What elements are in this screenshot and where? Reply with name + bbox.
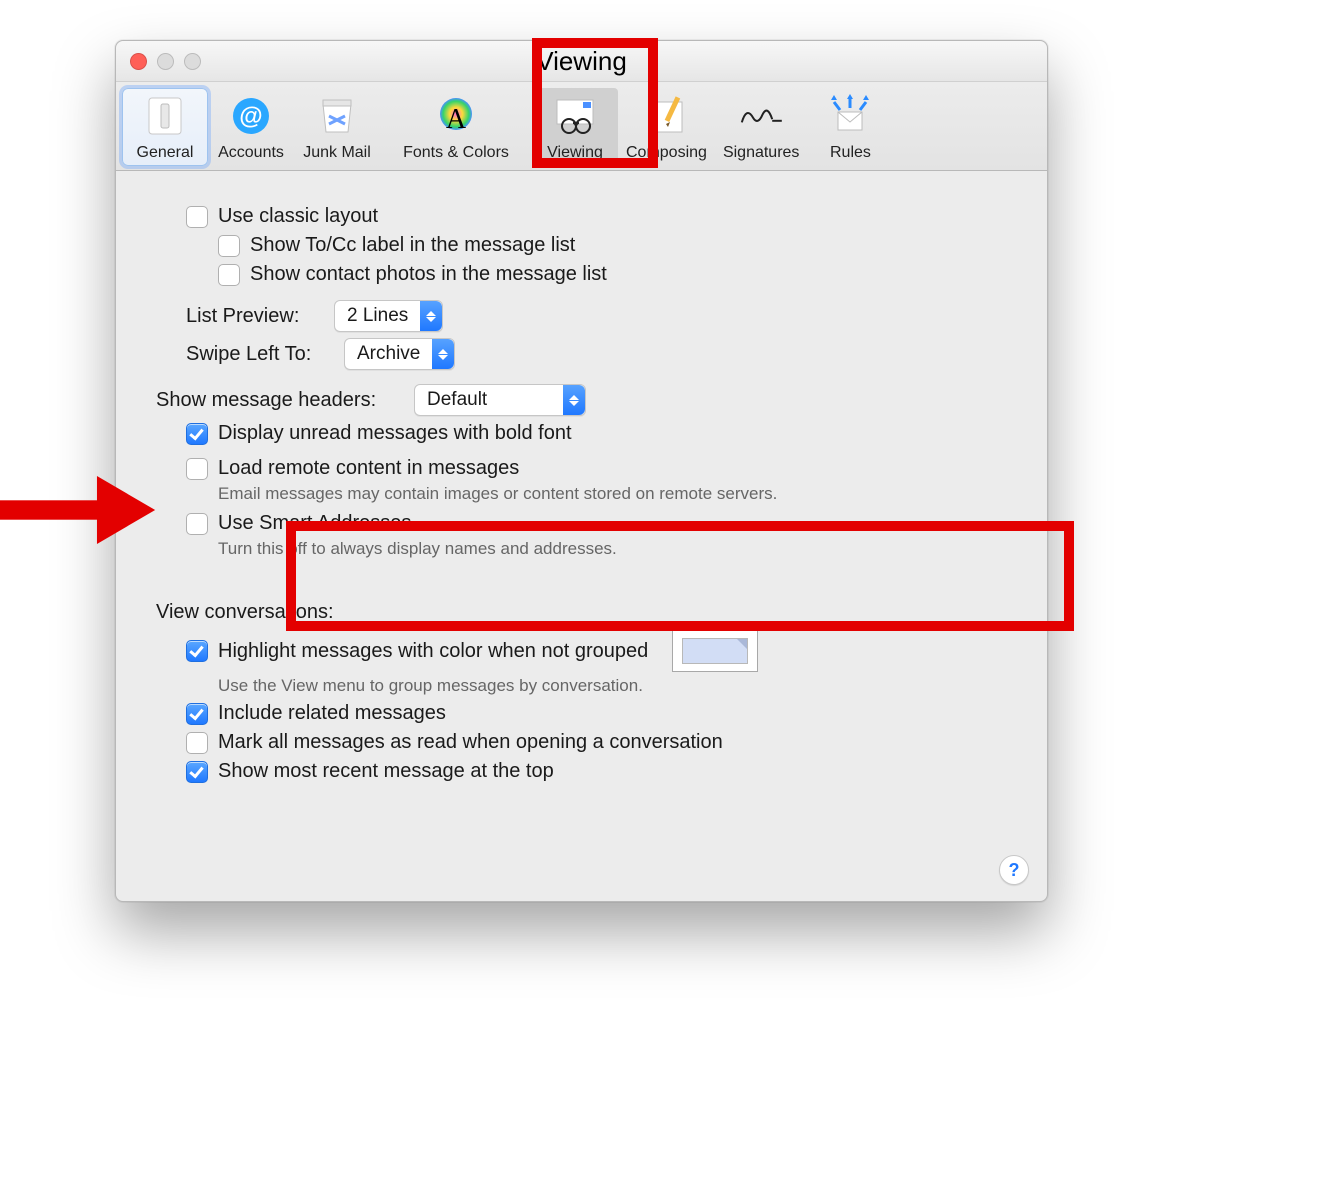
svg-text:A: A [446, 104, 467, 135]
tab-label: Composing [626, 144, 707, 162]
tab-viewing[interactable]: Viewing [532, 88, 618, 166]
pane-content: Use classic layout Show To/Cc label in t… [116, 171, 1047, 809]
select-swipe-left[interactable]: Archive [344, 338, 455, 370]
checkbox[interactable] [186, 761, 208, 783]
select-value: 2 Lines [335, 305, 420, 327]
tab-label: Junk Mail [303, 144, 371, 162]
section-header-conversations: View conversations: [156, 601, 1007, 624]
field-label: List Preview: [186, 305, 326, 328]
titlebar: Viewing [116, 41, 1047, 82]
option-subtext: Use the View menu to group messages by c… [218, 676, 1007, 696]
help-button[interactable]: ? [999, 855, 1029, 885]
rules-icon [826, 92, 874, 140]
option-label: Load remote content in messages [218, 457, 519, 480]
svg-text:@: @ [239, 103, 262, 130]
checkbox[interactable] [186, 640, 208, 662]
option-smart-addresses[interactable]: Use Smart Addresses [186, 512, 1007, 535]
checkbox[interactable] [186, 423, 208, 445]
help-icon: ? [1009, 860, 1020, 881]
junk-mail-icon [313, 92, 361, 140]
row-list-preview: List Preview: 2 Lines [186, 300, 1007, 332]
checkbox[interactable] [186, 732, 208, 754]
stepper-icon [563, 385, 585, 415]
fonts-colors-icon: A [432, 92, 480, 140]
select-value: Default [415, 389, 563, 411]
option-classic-layout[interactable]: Use classic layout [186, 205, 1007, 228]
option-label: Display unread messages with bold font [218, 422, 572, 445]
field-label: Show message headers: [156, 389, 406, 412]
checkbox[interactable] [186, 458, 208, 480]
tab-junk-mail[interactable]: Junk Mail [294, 88, 380, 166]
option-highlight-color[interactable]: Highlight messages with color when not g… [186, 630, 1007, 672]
checkbox[interactable] [186, 513, 208, 535]
section-label: View conversations: [156, 601, 334, 624]
option-show-to-cc[interactable]: Show To/Cc label in the message list [218, 234, 1007, 257]
color-swatch[interactable] [672, 630, 758, 672]
option-label: Show contact photos in the message list [250, 263, 607, 286]
option-display-bold[interactable]: Display unread messages with bold font [186, 422, 1007, 445]
option-recent-top[interactable]: Show most recent message at the top [186, 760, 1007, 783]
checkbox[interactable] [218, 264, 240, 286]
stepper-icon [432, 339, 454, 369]
stepper-icon [420, 301, 442, 331]
preferences-window: Viewing General @ Accounts Junk Mail [115, 40, 1048, 902]
tab-label: Accounts [218, 144, 284, 162]
tab-label: Fonts & Colors [403, 144, 509, 162]
option-include-related[interactable]: Include related messages [186, 702, 1007, 725]
viewing-icon [551, 92, 599, 140]
option-subtext: Email messages may contain images or con… [218, 484, 1007, 504]
option-label: Use Smart Addresses [218, 512, 411, 535]
zoom-window-button[interactable] [184, 53, 201, 70]
field-label: Swipe Left To: [186, 343, 336, 366]
general-icon [141, 92, 189, 140]
checkbox[interactable] [186, 206, 208, 228]
window-title: Viewing [536, 46, 627, 76]
option-mark-read[interactable]: Mark all messages as read when opening a… [186, 731, 1007, 754]
option-show-contact-photos[interactable]: Show contact photos in the message list [218, 263, 1007, 286]
select-show-headers[interactable]: Default [414, 384, 586, 416]
option-label: Mark all messages as read when opening a… [218, 731, 723, 754]
tab-label: Viewing [547, 144, 603, 162]
option-label: Include related messages [218, 702, 446, 725]
option-subtext: Turn this off to always display names an… [218, 539, 1007, 559]
tab-label: Rules [830, 144, 871, 162]
tab-accounts[interactable]: @ Accounts [208, 88, 294, 166]
row-swipe-left: Swipe Left To: Archive [186, 338, 1007, 370]
tab-label: Signatures [723, 144, 800, 162]
tab-label: General [137, 144, 194, 162]
option-label: Highlight messages with color when not g… [218, 640, 648, 663]
tab-composing[interactable]: Composing [618, 88, 715, 166]
close-window-button[interactable] [130, 53, 147, 70]
select-list-preview[interactable]: 2 Lines [334, 300, 443, 332]
option-label: Show To/Cc label in the message list [250, 234, 575, 257]
tab-general[interactable]: General [122, 88, 208, 166]
option-load-remote[interactable]: Load remote content in messages [186, 457, 1007, 480]
preferences-toolbar: General @ Accounts Junk Mail A Fonts & C… [116, 82, 1047, 171]
option-label: Show most recent message at the top [218, 760, 554, 783]
select-value: Archive [345, 343, 432, 365]
window-controls [130, 53, 201, 70]
option-label: Use classic layout [218, 205, 378, 228]
checkbox[interactable] [186, 703, 208, 725]
checkbox[interactable] [218, 235, 240, 257]
tab-fonts-colors[interactable]: A Fonts & Colors [380, 88, 532, 166]
minimize-window-button[interactable] [157, 53, 174, 70]
row-show-headers: Show message headers: Default [156, 384, 1007, 416]
signatures-icon [737, 92, 785, 140]
tab-signatures[interactable]: Signatures [715, 88, 808, 166]
composing-icon [642, 92, 690, 140]
tab-rules[interactable]: Rules [807, 88, 893, 166]
accounts-icon: @ [227, 92, 275, 140]
